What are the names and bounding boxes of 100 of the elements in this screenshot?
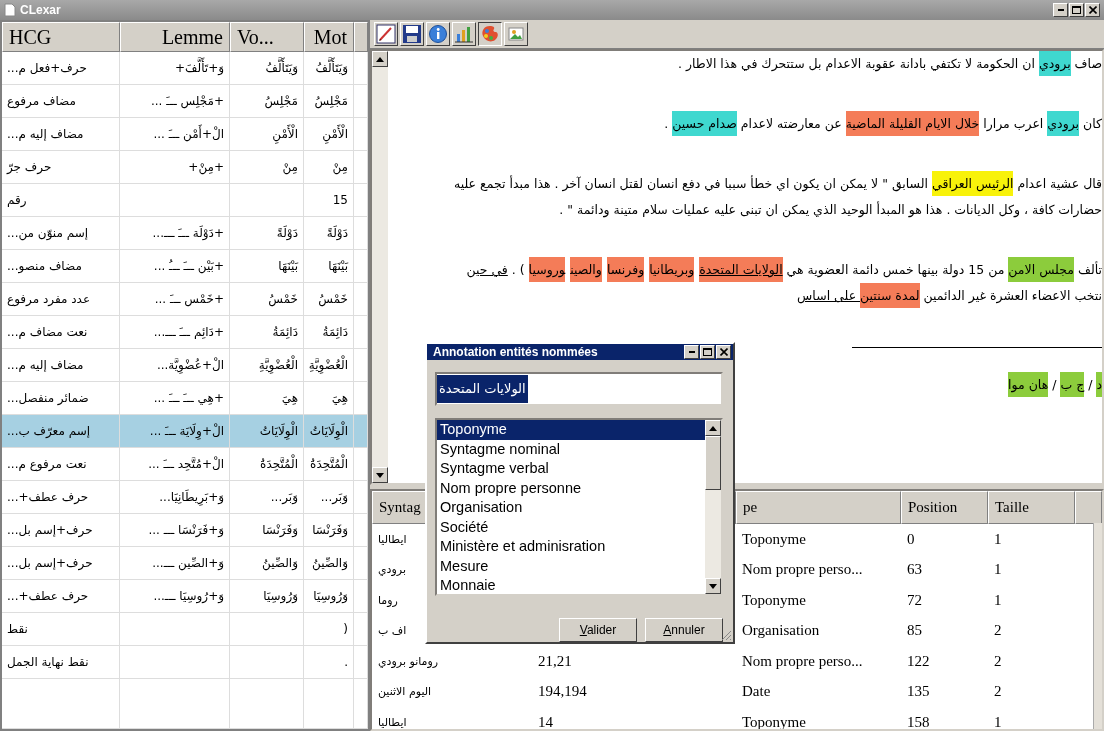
- table-cell: .: [344, 655, 348, 669]
- dialog-button[interactable]: Valider: [559, 618, 637, 642]
- selected-row[interactable]: إسم معرّف ب... الْ+وِلَايَة ـــَ ... الْوِلَايَاتُ الْوِلَايَاتُ: [2, 415, 368, 448]
- table-cell: +بَيْن ـــَ ـــُ ...: [153, 259, 224, 273]
- list-item[interactable]: Mesure: [437, 556, 705, 576]
- scroll-down-button[interactable]: [372, 467, 388, 483]
- entity-highlight[interactable]: والصين: [570, 257, 602, 282]
- table-cell: مَجْلِسُ: [264, 94, 298, 108]
- table-cell: Toponyme: [742, 591, 806, 609]
- scroll-down-button[interactable]: [705, 578, 721, 594]
- table-cell: +خَمْس ـــَ ...: [154, 292, 224, 306]
- down-arrow-icon: [709, 583, 717, 589]
- table-cell: 1: [994, 591, 1002, 609]
- entity-highlight[interactable]: خلال الايام القليلة الماضية: [845, 111, 980, 136]
- table-cell: 0: [907, 530, 915, 548]
- column-header[interactable]: Position: [901, 491, 988, 524]
- resize-grip-icon: [720, 629, 732, 641]
- table-cell: وَبَر...: [270, 490, 298, 504]
- entity-highlight[interactable]: صدام حسين: [672, 111, 737, 136]
- table-cell: روما: [378, 593, 398, 607]
- text-run: .: [664, 116, 670, 131]
- table-cell: وَ+بَرِيطَانِيَا...: [159, 490, 224, 504]
- text-run: /: [1051, 377, 1058, 392]
- table-cell: 14: [538, 713, 553, 729]
- column-header[interactable]: Vo...: [230, 22, 304, 52]
- maximize-button[interactable]: [1069, 3, 1084, 17]
- text-run: تألف: [1076, 262, 1102, 277]
- list-item[interactable]: Nom propre personne: [437, 478, 705, 498]
- scroll-up-button[interactable]: [705, 420, 721, 436]
- entity-highlight[interactable]: برودي: [1047, 111, 1080, 136]
- table-cell: خَمْسُ: [268, 292, 298, 306]
- list-item[interactable]: Monnaie: [437, 576, 705, 596]
- text-run: /: [1087, 377, 1094, 392]
- toolbar-button[interactable]: [478, 22, 502, 46]
- entity-highlight[interactable]: لمدة سنتين: [860, 283, 920, 308]
- list-item[interactable]: Société: [437, 517, 705, 537]
- list-item[interactable]: Syntagme nominal: [437, 439, 705, 459]
- scrollbar[interactable]: [1093, 523, 1102, 729]
- entity-highlight[interactable]: الولايات المتحدة: [699, 257, 783, 282]
- table-cell: وَالصِّينُ: [262, 556, 298, 570]
- table-cell: وَ+رُوسِيَا ـــ...: [153, 589, 224, 603]
- window-title: CLexar: [20, 3, 61, 17]
- maximize-icon: [1072, 6, 1081, 14]
- minimize-button[interactable]: [1053, 3, 1068, 17]
- table-cell: وَالصِّينُ: [312, 556, 348, 570]
- text-run: كان: [1082, 116, 1102, 131]
- list-item[interactable]: Ministère et adminisration: [437, 537, 705, 557]
- column-header[interactable]: pe: [736, 491, 901, 524]
- text-run: ان الحكومة لا تكتفي بادانة عقوبة الاعدام بل ستتحرك في هذا الاطار .: [678, 56, 1036, 71]
- input-field[interactable]: الولايات المتحدة: [435, 372, 723, 406]
- table-cell: إسم منوّن من...: [7, 226, 89, 240]
- table-cell: الْ+وِلَايَة ـــَ ...: [149, 424, 224, 438]
- table-cell: Organisation: [742, 622, 820, 640]
- entity-highlight[interactable]: وفرنسا: [606, 257, 645, 282]
- close-button[interactable]: [716, 345, 731, 359]
- table-cell: Date: [742, 683, 771, 701]
- scroll-up-button[interactable]: [372, 51, 388, 67]
- table-cell: 122: [907, 652, 930, 670]
- table-cell: نعت مرفوع م...: [7, 457, 87, 471]
- underlined-text: على اساس: [797, 288, 858, 303]
- table-cell: مِنْ: [282, 160, 298, 174]
- entity-highlight[interactable]: د: [1096, 372, 1102, 397]
- table-cell: ايطاليا: [378, 715, 407, 729]
- minimize-button[interactable]: [684, 345, 699, 359]
- table-cell: مضاف منصو...: [7, 259, 82, 273]
- column-header[interactable]: Mot: [304, 22, 354, 52]
- scrollbar[interactable]: [705, 420, 721, 594]
- column-header[interactable]: HCG: [2, 22, 120, 52]
- entity-highlight[interactable]: وبريطانيا: [649, 257, 695, 282]
- entity-highlight[interactable]: برودي: [1038, 51, 1071, 76]
- table-cell: (: [343, 622, 348, 636]
- list-item[interactable]: Toponyme: [437, 420, 705, 440]
- table-cell: حرف+إسم بل...: [7, 556, 93, 570]
- table-cell: 2: [994, 683, 1002, 701]
- list-item[interactable]: Organisation: [437, 498, 705, 518]
- palette-icon: [480, 24, 500, 44]
- table-cell: وَ+الصِّين ـــ...: [152, 556, 224, 570]
- entity-highlight[interactable]: مجلس الامن: [1008, 257, 1074, 282]
- chart-icon: [454, 24, 474, 44]
- entity-highlight[interactable]: الرئيس العراقي: [932, 171, 1014, 196]
- dialog-button[interactable]: Annuler: [645, 618, 723, 642]
- table-cell: وَفَرَنْسَا: [262, 523, 298, 537]
- table-cell: خَمْسُ: [318, 292, 348, 306]
- entity-highlight[interactable]: هان موا: [1008, 372, 1049, 397]
- maximize-button[interactable]: [700, 345, 715, 359]
- dialog-title: Annotation entités nommées: [433, 345, 598, 359]
- table-cell: وَبَر...: [320, 490, 348, 504]
- column-header[interactable]: Taille: [988, 491, 1075, 524]
- table-cell: Nom propre perso...: [742, 561, 863, 579]
- text-run: عن معارضته لاعدام: [739, 116, 843, 131]
- list-item[interactable]: Syntagme verbal: [437, 459, 705, 479]
- table-cell: مضاف مرفوع: [7, 94, 76, 108]
- table-cell: حرف+فعل م...: [7, 61, 87, 75]
- table-cell: 158: [907, 713, 930, 729]
- column-header[interactable]: Lemme: [120, 22, 230, 52]
- table-cell: دَائِمَةُ: [322, 325, 348, 339]
- close-button[interactable]: [1085, 3, 1100, 17]
- column-header[interactable]: [354, 22, 368, 52]
- scrollbar[interactable]: [372, 51, 388, 483]
- table-cell: رومانو برودي: [378, 654, 439, 668]
